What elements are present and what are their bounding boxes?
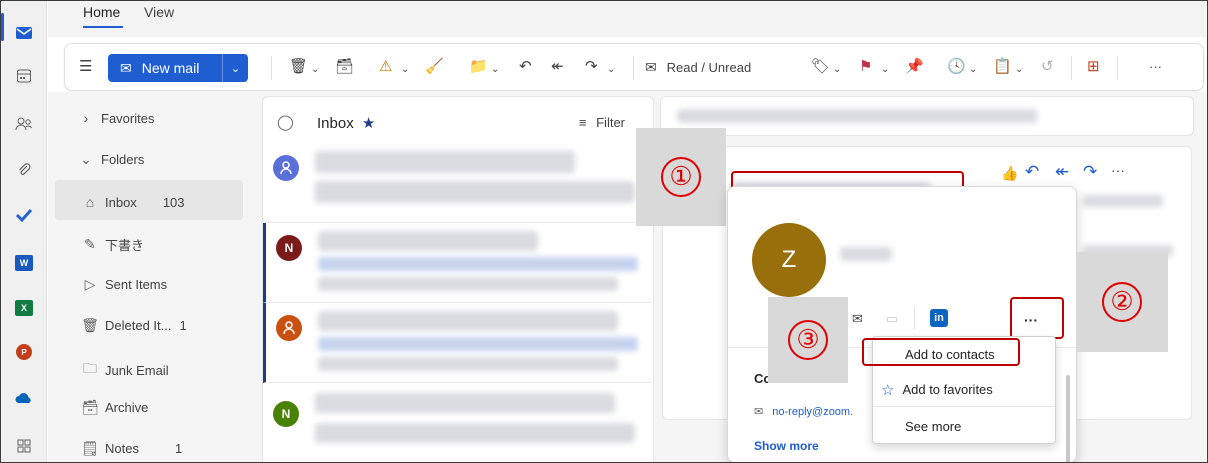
window-frame	[0, 0, 1208, 463]
